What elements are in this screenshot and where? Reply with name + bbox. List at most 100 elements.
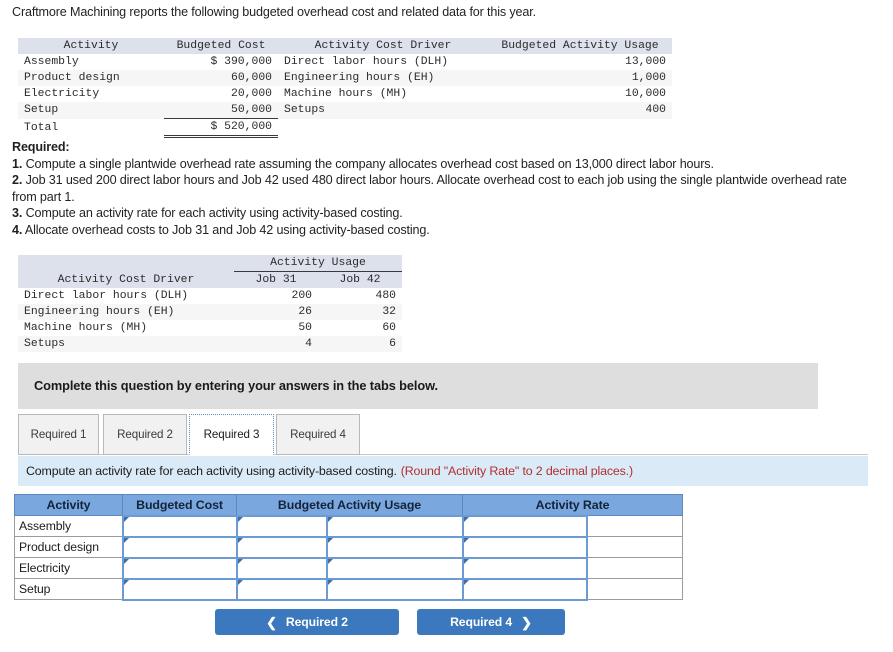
required-heading: Required: [12,140,70,154]
cell-empty [488,119,672,137]
required-section: Required: 1. Compute a single plantwide … [12,139,862,238]
cell-activity: Product design [24,72,120,84]
cell-empty [278,119,488,137]
tab-required-4-label: Required 4 [290,428,346,441]
answer-col-header-activity-rate: Activity Rate [461,494,684,516]
col-header-job-31: Job 31 [234,271,318,288]
tab-required-3[interactable]: Required 3 [189,414,274,455]
tab-required-4[interactable]: Required 4 [276,414,360,455]
cell-activity-usage: 400 [645,104,666,117]
required-item-2: 2. Job 31 used 200 direct labor hours an… [12,172,862,205]
required-item-4-number: 4. [12,222,23,237]
required-item-3-text: Compute an activity rate for each activi… [25,206,403,220]
budgeted-overhead-table: Activity Budgeted Cost Activity Cost Dri… [18,38,672,138]
tab-required-1[interactable]: Required 1 [18,414,99,455]
cell-product-design-rate-unit [585,536,684,558]
intro-text: Craftmore Machining reports the followin… [12,5,536,19]
table-total-row: Total $ 520,000 [18,118,672,138]
required-item-1: 1. Compute a single plantwide overhead r… [12,156,862,173]
col-header-activity: Activity [18,38,164,54]
table-row: Setup 50,000 Setups 400 [18,102,672,119]
next-required-button[interactable]: Required 4 ❯ [417,609,565,635]
cell-job-31-usage: 26 [298,306,312,318]
input-assembly-usage-right[interactable] [325,514,464,538]
input-product-design-usage-right[interactable] [325,535,464,559]
col-header-budgeted-cost: Budgeted Cost [164,38,278,54]
input-product-design-budgeted-cost[interactable] [121,535,238,559]
cell-budgeted-cost: 20,000 [230,88,272,100]
input-assembly-usage-left[interactable] [235,514,328,538]
input-electricity-budgeted-cost[interactable] [121,556,238,580]
required-item-4: 4. Allocate overhead costs to Job 31 and… [12,222,862,239]
input-setup-budgeted-cost[interactable] [121,577,238,601]
input-assembly-activity-rate[interactable] [461,514,588,538]
answer-row-label-electricity: Electricity [14,557,123,579]
input-product-design-usage-left[interactable] [235,535,328,559]
input-assembly-budgeted-cost[interactable] [121,514,238,538]
cell-budgeted-cost: 60,000 [230,72,272,84]
answer-row-label-product-design: Product design [14,536,123,558]
table-span-header-row: Activity Usage [18,255,402,272]
table-row: Electricity 20,000 Machine hours (MH) 10… [18,86,672,102]
cell-cost-driver: Direct labor hours (DLH) [284,56,449,68]
cell-setup-rate-unit [585,578,684,600]
tab-required-2[interactable]: Required 2 [103,414,187,455]
rounding-note: (Round "Activity Rate" to 2 decimal plac… [400,464,633,478]
cell-job-42-usage: 32 [382,306,396,318]
required-item-3: 3. Compute an activity rate for each act… [12,205,862,222]
prev-required-button[interactable]: ❮ Required 2 [215,609,399,635]
cell-activity-usage: 1,000 [631,72,666,84]
tab-strip: Required 1 Required 2 Required 3 Require… [18,414,868,456]
table-row: Engineering hours (EH) 26 32 [18,304,402,320]
answer-table-row: Assembly [14,514,684,538]
input-setup-activity-rate[interactable] [461,577,588,601]
table-header-row: Activity Cost Driver Job 31 Job 42 [18,271,402,288]
cell-activity: Electricity [24,88,100,100]
table-row: Assembly $ 390,000 Direct labor hours (D… [18,54,672,70]
cell-job-31-usage: 50 [298,322,312,334]
table-header-row: Activity Budgeted Cost Activity Cost Dri… [18,38,672,54]
cell-cost-driver: Machine hours (MH) [24,322,148,334]
input-product-design-activity-rate[interactable] [461,535,588,559]
cell-budgeted-cost: 50,000 [164,102,278,119]
instruction-banner: Complete this question by entering your … [18,363,818,409]
table-row: Product design 60,000 Engineering hours … [18,70,672,86]
cell-budgeted-cost: $ 390,000 [210,56,272,68]
answer-col-header-budgeted-cost: Budgeted Cost [122,494,237,516]
input-setup-usage-right[interactable] [325,577,464,601]
col-header-budgeted-activity-usage: Budgeted Activity Usage [488,38,672,54]
col-header-blank [18,255,234,272]
required-item-3-number: 3. [12,206,23,220]
col-header-job-42: Job 42 [318,271,402,288]
required-item-1-text: Compute a single plantwide overhead rate… [25,156,714,171]
chevron-right-icon: ❯ [521,614,532,630]
answer-table-row: Product design [14,535,684,559]
required-item-1-number: 1. [12,156,23,171]
cell-activity: Setup [24,104,59,117]
col-header-activity-usage-span: Activity Usage [234,255,402,272]
input-electricity-activity-rate[interactable] [461,556,588,580]
answer-col-header-budgeted-activity-usage: Budgeted Activity Usage [236,494,463,516]
cell-cost-driver: Setups [284,104,326,117]
input-electricity-usage-left[interactable] [235,556,328,580]
answer-table-row: Setup [14,577,684,601]
activity-usage-table: Activity Usage Activity Cost Driver Job … [18,255,402,352]
cell-cost-driver: Engineering hours (EH) [24,306,175,318]
answer-row-label-setup: Setup [14,578,123,600]
answer-table-row: Electricity [14,556,684,580]
instruction-banner-text: Complete this question by entering your … [34,378,438,393]
tab-required-3-label: Required 3 [203,428,260,441]
tab-instruction-text: Compute an activity rate for each activi… [26,464,397,478]
required-item-2-number: 2. [12,173,23,187]
table-row: Setups 4 6 [18,336,402,352]
cell-total-label: Total [24,121,59,134]
cell-job-42-usage: 60 [382,322,396,334]
input-setup-usage-left[interactable] [235,577,328,601]
cell-job-42-usage: 480 [375,290,396,302]
required-item-2-text: Job 31 used 200 direct labor hours and J… [12,173,847,204]
activity-rate-answer-table: Activity Budgeted Cost Budgeted Activity… [14,494,684,601]
tab-required-1-label: Required 1 [30,428,87,441]
input-electricity-usage-right[interactable] [325,556,464,580]
cell-cost-driver: Direct labor hours (DLH) [24,290,189,302]
required-item-4-text: Allocate overhead costs to Job 31 and Jo… [24,222,430,237]
